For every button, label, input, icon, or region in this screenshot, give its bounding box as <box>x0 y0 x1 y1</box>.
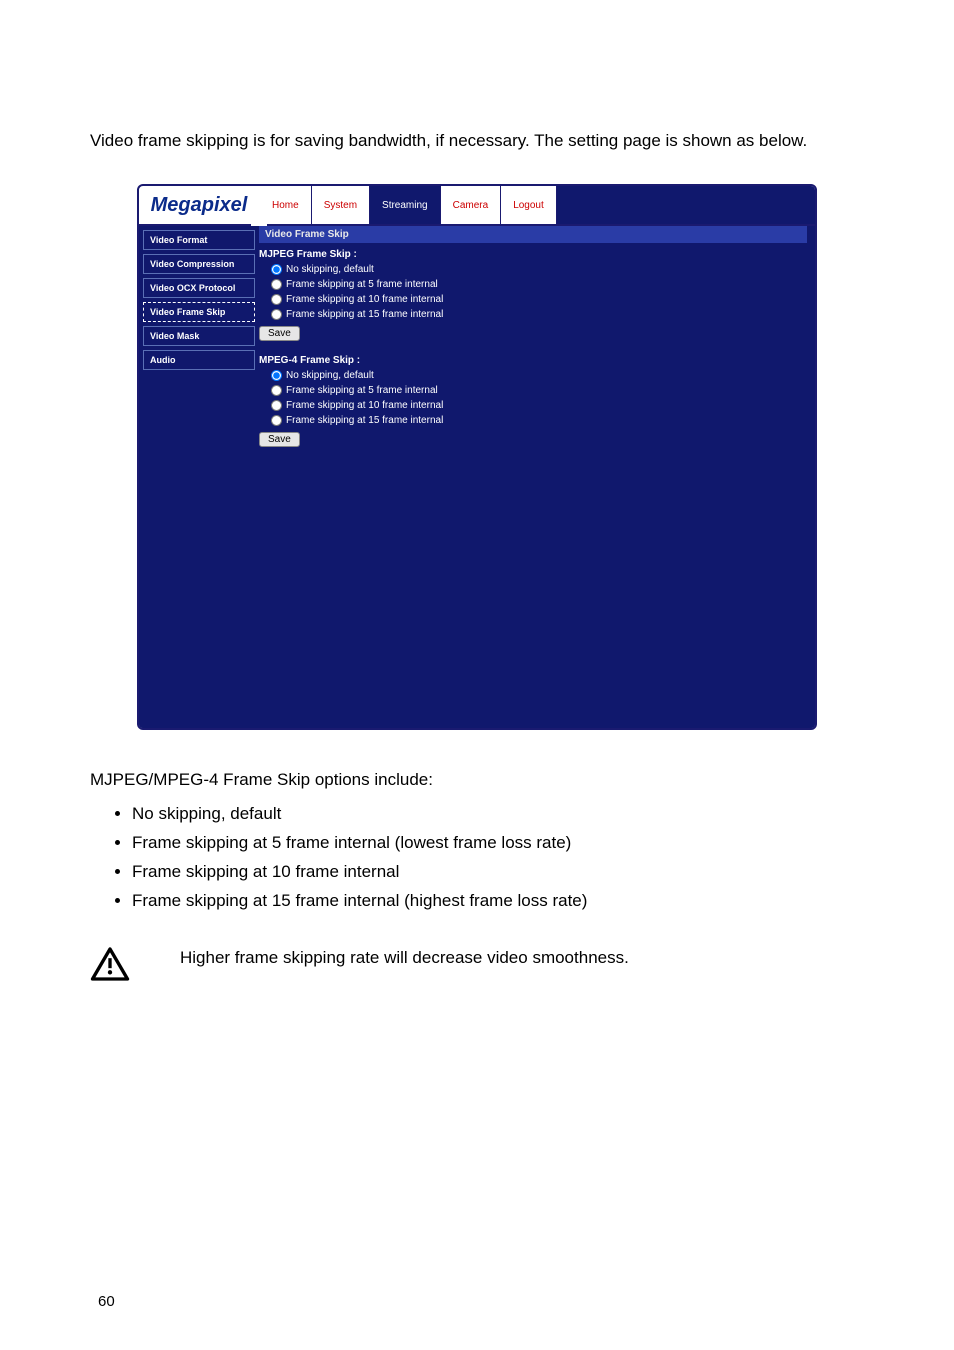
tab-bar: Home System Streaming Camera Logout <box>259 186 815 224</box>
content-panel: Video Frame Skip MJPEG Frame Skip : No s… <box>259 226 815 728</box>
radio-label: No skipping, default <box>286 264 374 275</box>
tab-streaming[interactable]: Streaming <box>369 186 440 224</box>
sidebar: Video Format Video Compression Video OCX… <box>139 226 259 728</box>
radio-input[interactable] <box>271 309 282 320</box>
mjpeg-group-title: MJPEG Frame Skip : <box>259 249 807 260</box>
mpeg4-save-button[interactable]: Save <box>259 432 300 447</box>
radio-input[interactable] <box>271 370 282 381</box>
tab-spacer <box>556 186 815 224</box>
radio-label: Frame skipping at 15 frame internal <box>286 309 443 320</box>
mpeg4-radio-5[interactable]: Frame skipping at 5 frame internal <box>259 383 807 398</box>
app-screenshot: Megapixel Home System Streaming Camera L… <box>137 184 817 730</box>
tab-system[interactable]: System <box>311 186 369 224</box>
radio-label: No skipping, default <box>286 370 374 381</box>
radio-label: Frame skipping at 5 frame internal <box>286 279 438 290</box>
app-body: Video Format Video Compression Video OCX… <box>139 226 815 728</box>
radio-input[interactable] <box>271 279 282 290</box>
warning-icon <box>90 946 130 987</box>
radio-label: Frame skipping at 15 frame internal <box>286 415 443 426</box>
sidebar-item-video-mask[interactable]: Video Mask <box>143 326 255 346</box>
sidebar-item-video-frame-skip[interactable]: Video Frame Skip <box>143 302 255 322</box>
tab-camera[interactable]: Camera <box>440 186 501 224</box>
mjpeg-radio-none[interactable]: No skipping, default <box>259 262 807 277</box>
radio-input[interactable] <box>271 264 282 275</box>
intro-text: Video frame skipping is for saving bandw… <box>90 127 864 154</box>
radio-input[interactable] <box>271 400 282 411</box>
list-item: Frame skipping at 15 frame internal (hig… <box>132 887 864 916</box>
page-number: 60 <box>98 1293 115 1310</box>
radio-input[interactable] <box>271 294 282 305</box>
mpeg4-radio-none[interactable]: No skipping, default <box>259 368 807 383</box>
sidebar-item-audio[interactable]: Audio <box>143 350 255 370</box>
radio-input[interactable] <box>271 415 282 426</box>
radio-label: Frame skipping at 10 frame internal <box>286 400 443 411</box>
list-item: Frame skipping at 10 frame internal <box>132 858 864 887</box>
radio-label: Frame skipping at 5 frame internal <box>286 385 438 396</box>
note-text: Higher frame skipping rate will decrease… <box>180 946 864 968</box>
mjpeg-radio-15[interactable]: Frame skipping at 15 frame internal <box>259 307 807 322</box>
app-header: Megapixel Home System Streaming Camera L… <box>139 186 815 226</box>
sidebar-item-video-format[interactable]: Video Format <box>143 230 255 250</box>
mpeg4-radio-15[interactable]: Frame skipping at 15 frame internal <box>259 413 807 428</box>
options-intro: MJPEG/MPEG-4 Frame Skip options include: <box>90 770 864 790</box>
mpeg4-radio-10[interactable]: Frame skipping at 10 frame internal <box>259 398 807 413</box>
list-item: No skipping, default <box>132 800 864 829</box>
logo: Megapixel <box>139 186 259 224</box>
note-row: Higher frame skipping rate will decrease… <box>90 946 864 987</box>
tab-logout[interactable]: Logout <box>500 186 556 224</box>
options-list: No skipping, default Frame skipping at 5… <box>132 800 864 916</box>
mjpeg-radio-5[interactable]: Frame skipping at 5 frame internal <box>259 277 807 292</box>
radio-input[interactable] <box>271 385 282 396</box>
radio-label: Frame skipping at 10 frame internal <box>286 294 443 305</box>
list-item: Frame skipping at 5 frame internal (lowe… <box>132 829 864 858</box>
mpeg4-group-title: MPEG-4 Frame Skip : <box>259 355 807 366</box>
sidebar-item-video-compression[interactable]: Video Compression <box>143 254 255 274</box>
logo-text: Megapixel <box>151 194 248 217</box>
panel-title: Video Frame Skip <box>259 226 807 243</box>
mjpeg-save-button[interactable]: Save <box>259 326 300 341</box>
sidebar-item-video-ocx[interactable]: Video OCX Protocol <box>143 278 255 298</box>
mjpeg-radio-10[interactable]: Frame skipping at 10 frame internal <box>259 292 807 307</box>
